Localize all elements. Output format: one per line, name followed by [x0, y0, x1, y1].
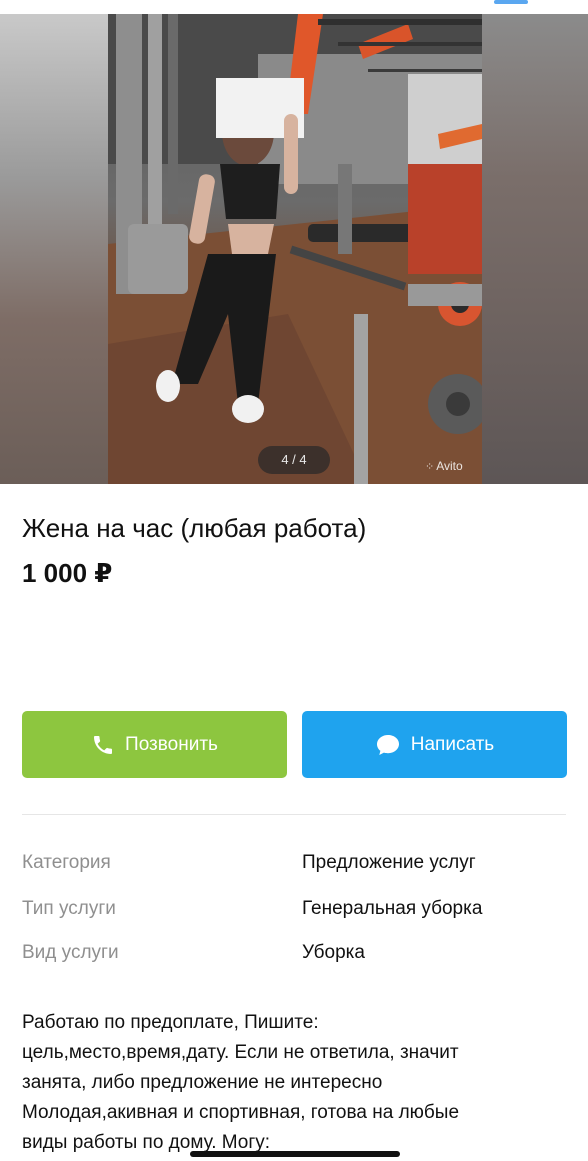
- description-line: занята, либо предложение не интересно: [22, 1072, 383, 1093]
- listing-price: 1 000 ₽: [22, 558, 113, 588]
- param-label: Вид услуги: [22, 942, 119, 963]
- param-value: Генеральная уборка: [302, 898, 483, 919]
- status-indicator: [494, 0, 528, 4]
- param-value: Предложение услуг: [302, 852, 476, 873]
- param-label: Категория: [22, 852, 111, 873]
- listing-photo[interactable]: [108, 14, 482, 484]
- description-line: цель,место,время,дату. Если не ответила,…: [22, 1042, 459, 1063]
- photo-gallery[interactable]: 4 / 4 ⁘ Avito: [0, 14, 588, 484]
- avito-watermark-text: Avito: [436, 459, 463, 473]
- gallery-blur-left: [0, 14, 108, 484]
- chat-bubble-icon: [376, 734, 399, 755]
- description-line: Молодая,акивная и спортивная, готова на …: [22, 1102, 460, 1123]
- status-bar: [0, 0, 588, 14]
- param-label: Тип услуги: [22, 898, 116, 919]
- write-button[interactable]: Написать: [302, 711, 567, 778]
- gym-photo-illustration: [108, 14, 482, 484]
- avito-watermark: ⁘ Avito: [425, 459, 463, 473]
- section-divider: [22, 814, 566, 815]
- param-row: Тип услуги Генеральная уборка: [22, 898, 566, 924]
- description-line: Работаю по предоплате, Пишите:: [22, 1012, 319, 1033]
- photo-counter: 4 / 4: [258, 446, 330, 474]
- listing-title: Жена на час (любая работа): [22, 513, 367, 543]
- param-value: Уборка: [302, 942, 365, 963]
- home-indicator[interactable]: [190, 1151, 400, 1157]
- write-button-label: Написать: [410, 733, 495, 755]
- listing-description: Работаю по предоплате, Пишите: цель,мест…: [22, 1008, 570, 1158]
- call-button[interactable]: Позвонить: [22, 711, 287, 778]
- call-button-label: Позвонить: [125, 733, 218, 755]
- param-row: Вид услуги Уборка: [22, 942, 566, 968]
- avito-logo-icon: ⁘: [425, 461, 435, 473]
- phone-icon: [94, 735, 113, 754]
- gallery-blur-right: [482, 14, 588, 484]
- param-row: Категория Предложение услуг: [22, 852, 566, 878]
